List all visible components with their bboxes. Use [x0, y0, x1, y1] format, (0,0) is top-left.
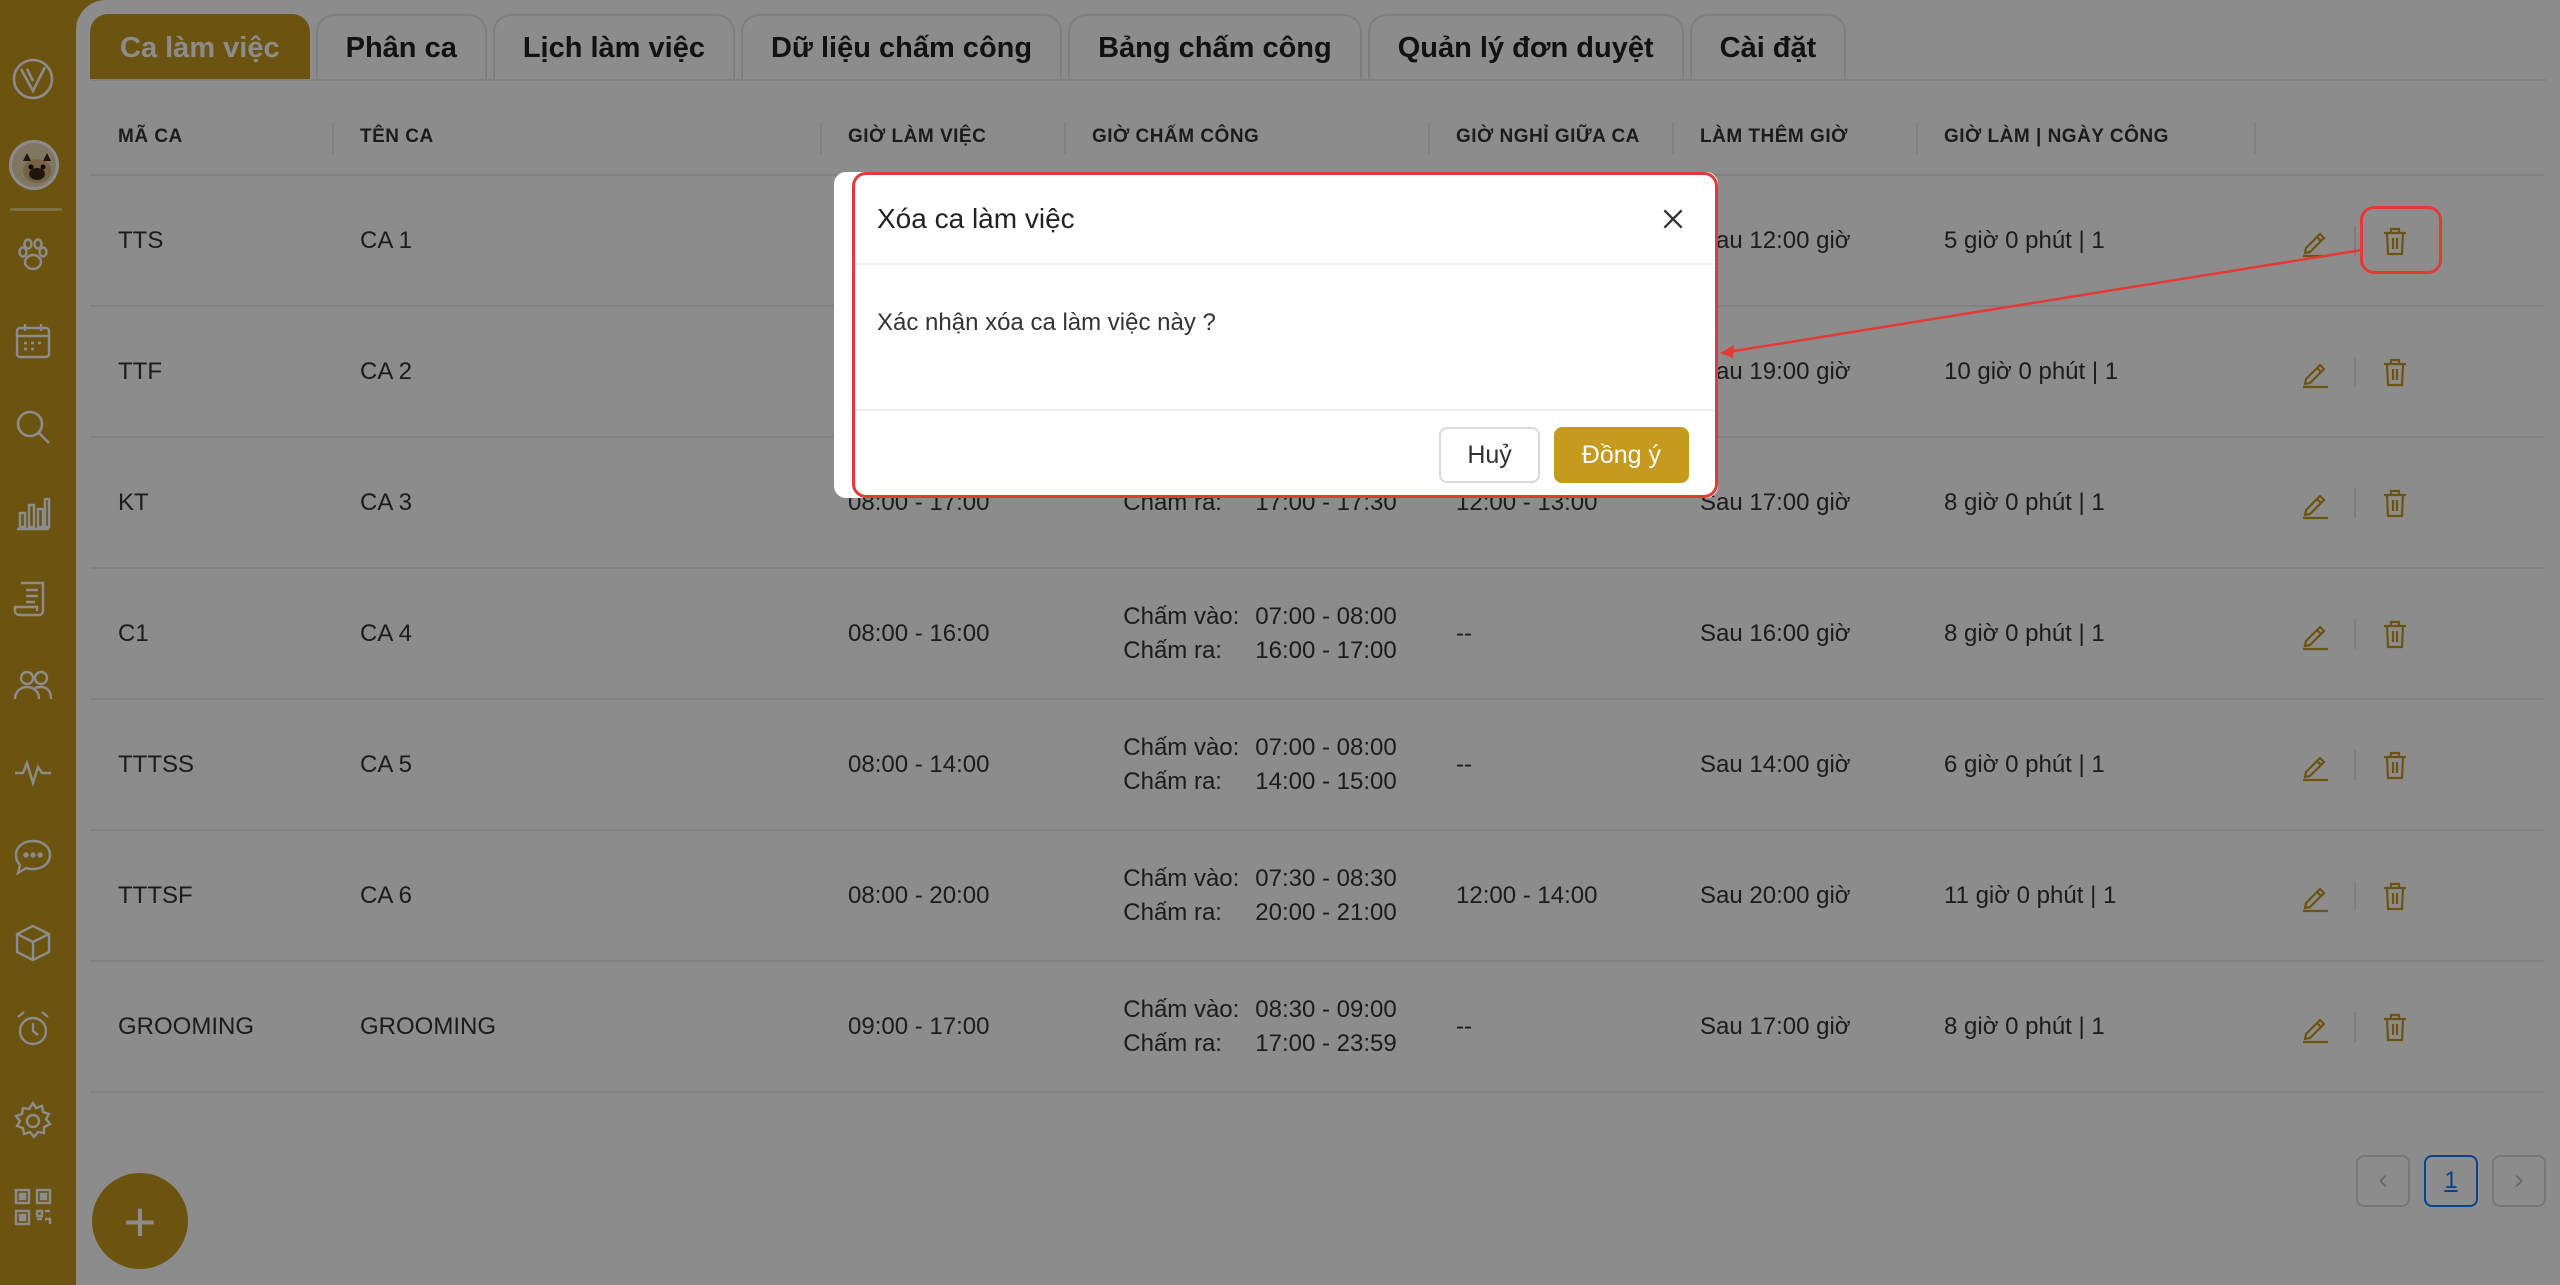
close-icon[interactable] [1653, 199, 1693, 239]
annotation-highlight-box [2360, 206, 2442, 274]
cancel-button[interactable]: Huỷ [1439, 427, 1540, 483]
confirm-button[interactable]: Đồng ý [1553, 427, 1689, 483]
delete-shift-dialog: Xóa ca làm việc Xác nhận xóa ca làm việc… [834, 172, 1718, 498]
dialog-highlight-frame: Xóa ca làm việc Xác nhận xóa ca làm việc… [852, 172, 1718, 498]
dialog-message: Xác nhận xóa ca làm việc này ? [855, 265, 1715, 411]
dialog-footer: Huỷ Đồng ý [1439, 427, 1689, 483]
dialog-title: Xóa ca làm việc [855, 175, 1715, 265]
